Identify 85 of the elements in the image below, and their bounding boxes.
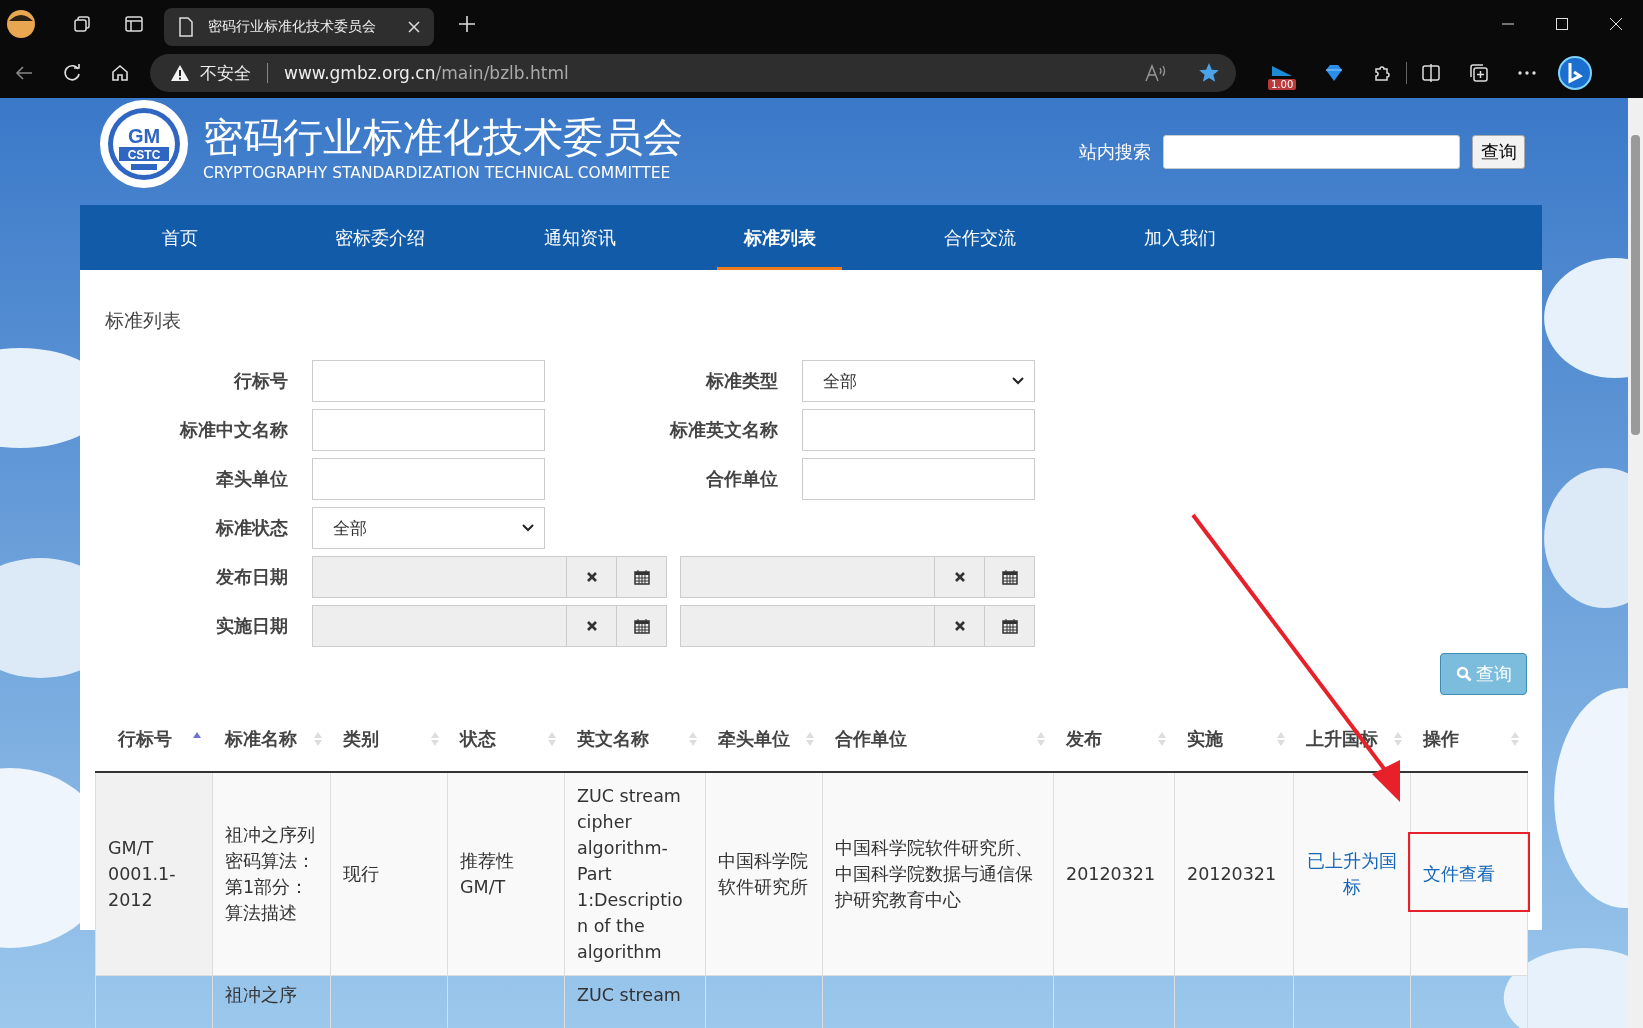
more-icon[interactable] xyxy=(1517,70,1538,76)
date-field[interactable] xyxy=(680,556,936,598)
page-icon xyxy=(178,17,194,37)
nav-item[interactable]: 通知资讯 xyxy=(517,205,642,270)
search-icon xyxy=(1455,666,1472,682)
table-cell: ZUC stream xyxy=(577,984,681,1005)
field-label: 牵头单位 xyxy=(215,467,289,491)
clear-icon xyxy=(953,571,966,583)
date-field[interactable] xyxy=(680,605,936,647)
table-cell: 20120321 xyxy=(1187,863,1277,884)
close-icon[interactable] xyxy=(1609,17,1623,31)
table-cell: 中国科学院软件研究所 xyxy=(718,850,808,897)
table-link[interactable]: 文件查看 xyxy=(1423,863,1495,884)
search-field[interactable] xyxy=(1163,134,1460,169)
field-label: 合作单位 xyxy=(705,467,779,491)
nav-item[interactable]: 加入我们 xyxy=(1117,205,1242,270)
home-icon[interactable] xyxy=(110,63,130,83)
date-field[interactable] xyxy=(312,556,568,598)
site-title: 密码行业标准化技术委员会 xyxy=(203,112,683,162)
star-icon[interactable] xyxy=(1198,62,1220,84)
input-field[interactable] xyxy=(312,360,545,402)
warning-icon xyxy=(170,64,190,82)
calendar-icon xyxy=(1001,618,1018,634)
input-field[interactable] xyxy=(312,409,545,451)
avatar-icon[interactable] xyxy=(6,9,36,39)
calendar-button[interactable] xyxy=(985,605,1035,647)
field-label: 标准英文名称 xyxy=(668,418,779,442)
puzzle-icon[interactable] xyxy=(1372,63,1393,83)
table-cell: 20120321 xyxy=(1066,863,1156,884)
date-field[interactable] xyxy=(312,605,568,647)
field-label: 发布日期 xyxy=(215,565,289,589)
field-label: 标准中文名称 xyxy=(178,418,289,442)
search-button[interactable]: 查询 xyxy=(1472,134,1525,169)
nav-item[interactable]: 首页 xyxy=(117,205,242,270)
tab-actions-icon[interactable] xyxy=(124,14,144,34)
select-field[interactable]: 全部 xyxy=(312,507,545,549)
nav-item[interactable]: 密标委介绍 xyxy=(317,205,442,270)
table-cell: ZUC stream cipher algorithm-Part 1:Description of the algorithm xyxy=(577,785,683,962)
chevron-icon xyxy=(1012,377,1024,385)
section-title: 标准列表 xyxy=(104,308,182,333)
copilot-icon[interactable] xyxy=(1557,55,1594,91)
new-tab-icon[interactable] xyxy=(458,15,476,33)
select-field[interactable]: 全部 xyxy=(802,360,1035,402)
nav-item[interactable]: 合作交流 xyxy=(917,205,1042,270)
calendar-icon xyxy=(633,618,650,634)
read-aloud-icon[interactable] xyxy=(1144,63,1168,83)
field-label: 行标号 xyxy=(232,369,289,393)
table-cell: GM/T 0001.1-2012 xyxy=(108,837,176,910)
collections-icon[interactable] xyxy=(1469,63,1490,83)
input-field[interactable] xyxy=(802,458,1035,500)
field-label: 标准类型 xyxy=(704,369,779,393)
table-cell: 现行 xyxy=(343,863,379,884)
calendar-button[interactable] xyxy=(617,556,667,598)
clear-icon xyxy=(585,571,598,583)
maximize-icon[interactable] xyxy=(1555,17,1569,31)
input-field[interactable] xyxy=(802,409,1035,451)
input-field[interactable] xyxy=(312,458,545,500)
scrollbar[interactable] xyxy=(1628,98,1643,1028)
url-text: www.gmbz.org.cn/main/bzlb.html xyxy=(284,63,569,83)
calendar-button[interactable] xyxy=(985,556,1035,598)
close-icon[interactable] xyxy=(408,21,420,33)
table-cell: 祖冲之序 xyxy=(225,984,297,1005)
site-subtitle: CRYPTOGRAPHY STANDARDIZATION TECHNICAL COMMITTEE xyxy=(203,163,672,182)
split-screen-icon[interactable] xyxy=(1421,63,1442,83)
search-label: 站内搜索 xyxy=(1079,139,1151,164)
tab-title: 密码行业标准化技术委员会 xyxy=(208,18,377,36)
table-cell: 中国科学院软件研究所、中国科学院数据与通信保护研究教育中心 xyxy=(835,837,1033,910)
extension-badge: 1.00 xyxy=(1268,78,1297,90)
clear-icon xyxy=(953,620,966,632)
browser-tab[interactable]: 密码行业标准化技术委员会 xyxy=(164,8,434,46)
gem-icon[interactable] xyxy=(1324,63,1345,83)
field-label: 实施日期 xyxy=(215,614,289,638)
reload-icon[interactable] xyxy=(62,63,82,83)
table-cell: 祖冲之序列密码算法：第1部分：算法描述 xyxy=(225,824,315,923)
address-bar[interactable]: 不安全 www.gmbz.org.cn/main/bzlb.html xyxy=(150,54,1236,92)
clear-icon xyxy=(585,620,598,632)
security-label: 不安全 xyxy=(200,61,251,85)
calendar-icon xyxy=(633,569,650,585)
calendar-icon xyxy=(1001,569,1018,585)
field-label: 标准状态 xyxy=(214,516,289,540)
calendar-button[interactable] xyxy=(617,605,667,647)
workspaces-icon[interactable] xyxy=(72,14,92,34)
logo-icon: GM CSTC xyxy=(98,98,190,190)
chevron-icon xyxy=(522,524,534,532)
table-cell: 推荐性GM/T xyxy=(460,850,514,897)
